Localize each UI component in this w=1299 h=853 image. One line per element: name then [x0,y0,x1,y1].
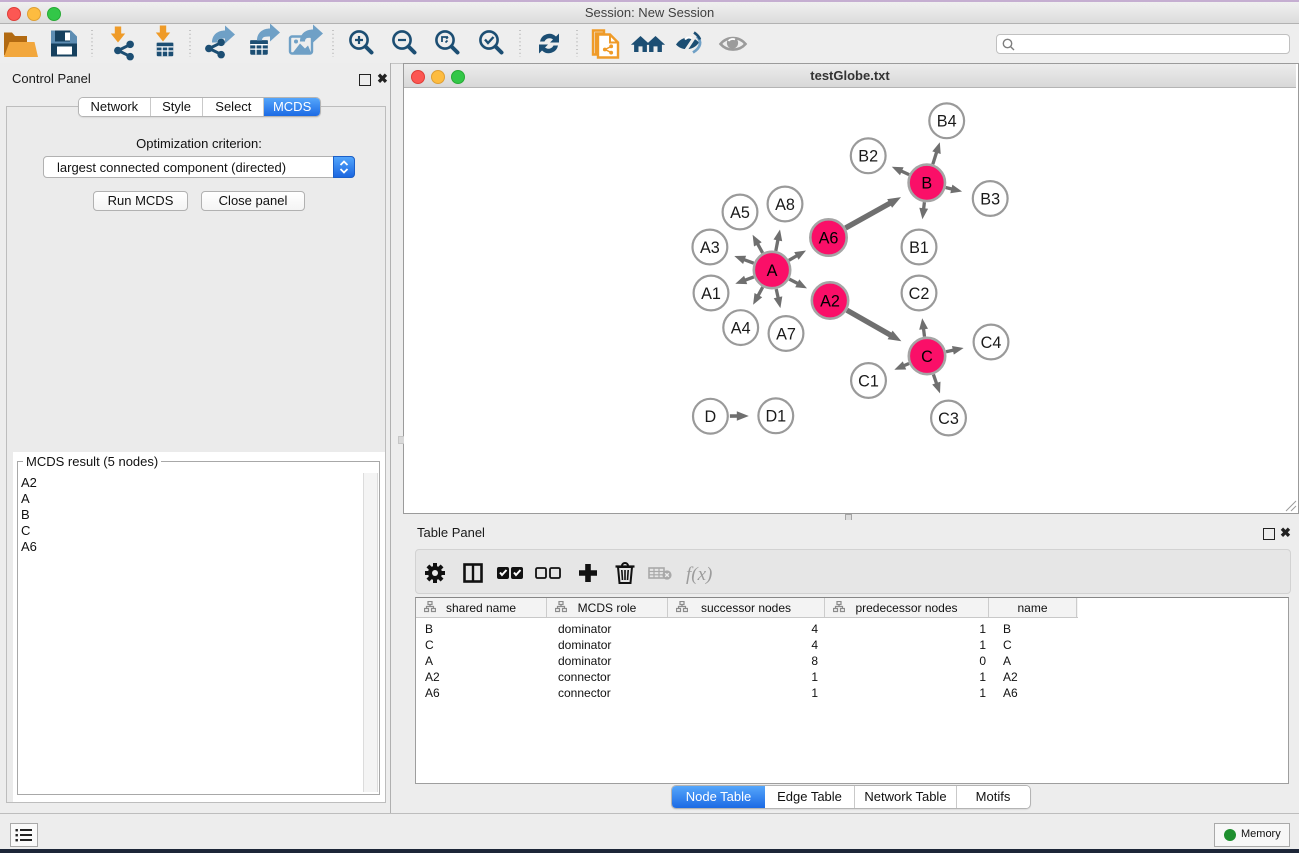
svg-text:A6: A6 [819,229,839,247]
svg-text:A2: A2 [820,292,840,310]
svg-text:A8: A8 [775,196,795,214]
svg-text:C3: C3 [938,410,959,428]
svg-text:D1: D1 [765,408,786,426]
svg-text:B4: B4 [937,113,957,131]
svg-text:A7: A7 [776,325,796,343]
svg-text:A1: A1 [701,285,721,303]
svg-text:B1: B1 [909,239,929,257]
svg-text:C1: C1 [858,372,879,390]
svg-text:A: A [767,262,778,280]
svg-text:C4: C4 [981,334,1002,352]
svg-text:B3: B3 [980,190,1000,208]
svg-text:A4: A4 [731,319,751,337]
svg-text:B2: B2 [858,148,878,166]
svg-text:A3: A3 [700,239,720,257]
svg-text:A5: A5 [730,204,750,222]
svg-text:f(x): f(x) [686,564,712,585]
svg-text:C: C [921,348,933,366]
svg-text:D: D [705,408,717,426]
svg-text:C2: C2 [909,285,930,303]
svg-text:B: B [921,175,932,193]
